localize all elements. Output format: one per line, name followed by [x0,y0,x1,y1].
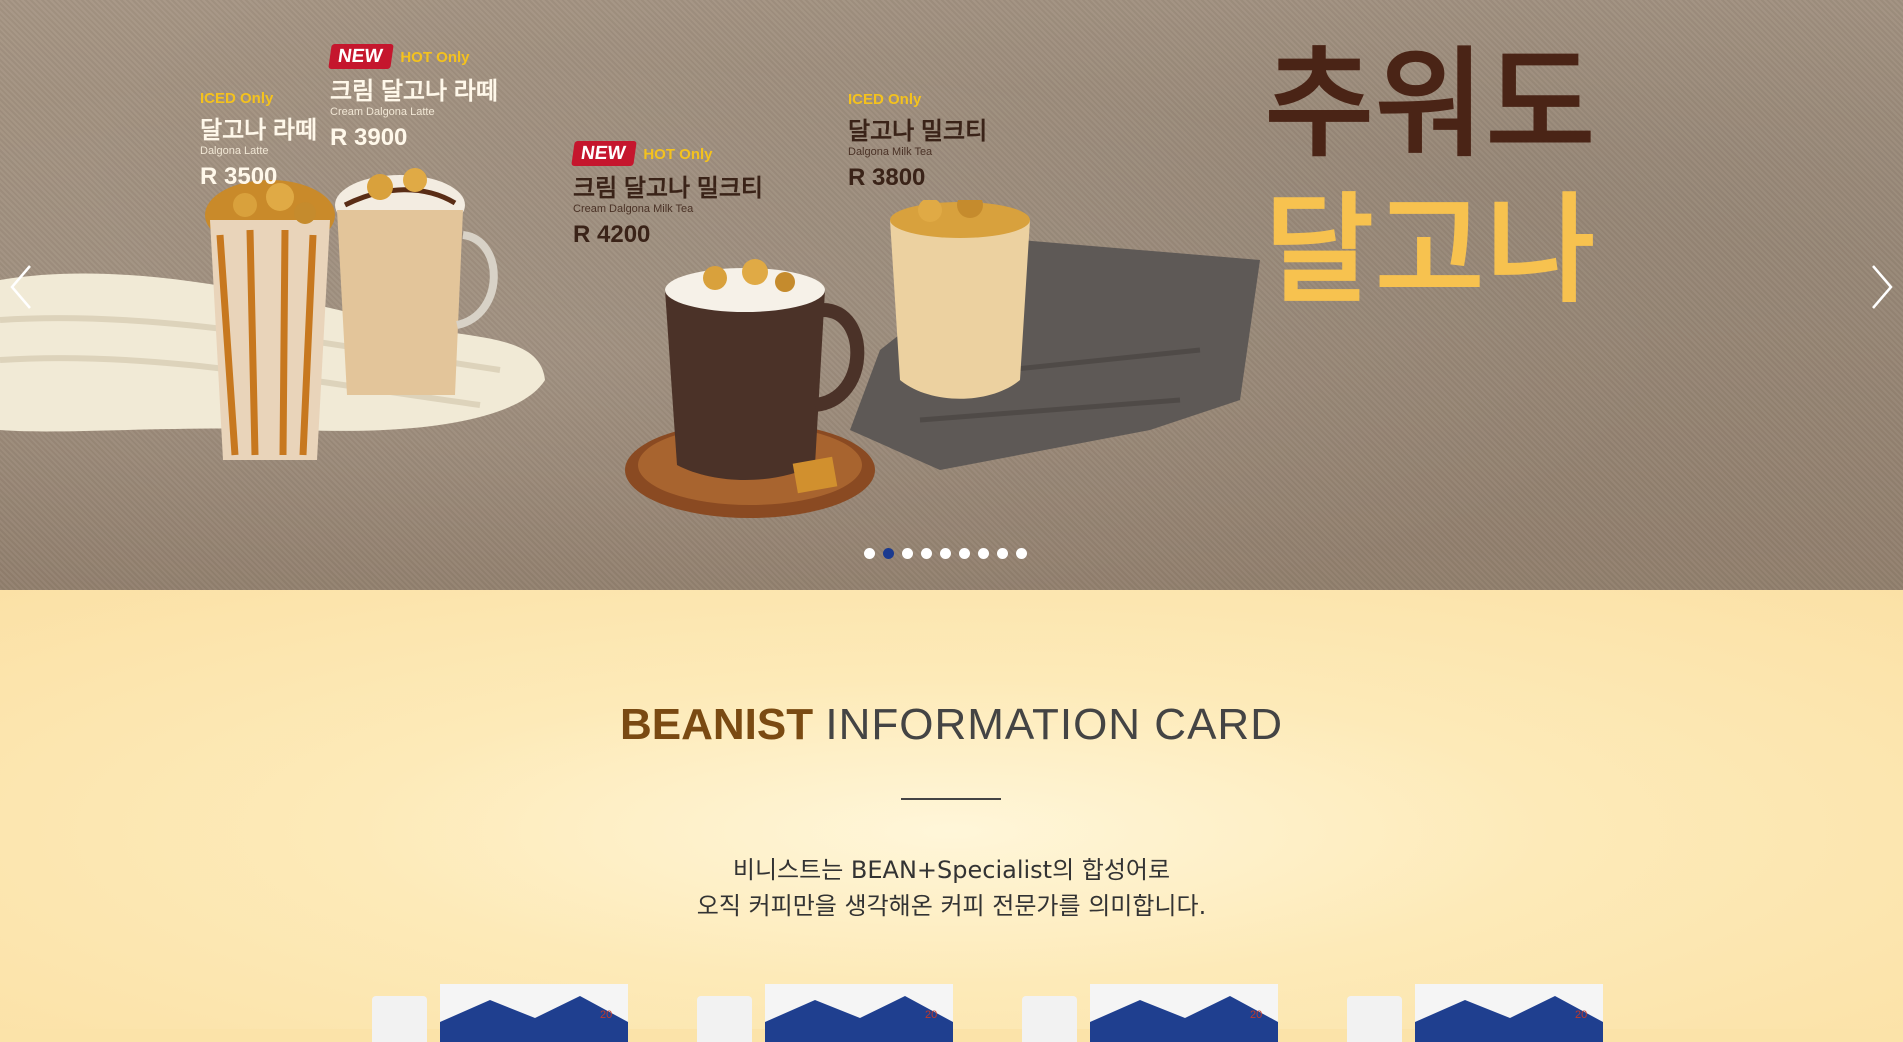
product-label-dalgona-milk-tea: ICED Only 달고나 밀크티 Dalgona Milk Tea R 380… [848,91,987,192]
card-count-text: 20 [925,1009,937,1021]
product-label-cream-dalgona-milk-tea: NEW HOT Only 크림 달고나 밀크티 Cream Dalgona Mil… [571,141,763,249]
product-tag: HOT Only [643,146,713,163]
product-name: 크림 달고나 라떼 [330,78,498,105]
coffee-box-card-1[interactable]: 20 [370,982,630,1042]
coffee-box-card-4[interactable]: 20 [1345,982,1605,1042]
coffee-box-card-3[interactable]: 20 [1020,982,1280,1042]
slider-next-button[interactable] [1861,262,1901,312]
product-english-name: Dalgona Latte [200,145,269,157]
section-title-light: INFORMATION CARD [825,700,1283,749]
slider-dot-8[interactable] [997,548,1008,559]
hero-banner: ICED Only 달고나 라떼 Dalgona Latte R 3500 NE… [0,0,1903,590]
product-tag: ICED Only [200,90,274,107]
product-english-name: Cream Dalgona Latte [330,106,435,118]
card-count-text: 20 [600,1009,612,1021]
product-name: 달고나 밀크티 [848,118,988,145]
chevron-left-icon [10,265,31,309]
product-tag: ICED Only [848,91,922,108]
information-card-section: BEANIST INFORMATION CARD 비니스트는 BEAN+Spec… [0,590,1903,1042]
product-card-row: 20 20 20 20 [370,982,1610,1042]
slider-dot-5[interactable] [940,548,951,559]
product-price: R 3800 [848,164,926,191]
slider-dot-7[interactable] [978,548,989,559]
new-badge: NEW [571,141,638,166]
slider-dot-4[interactable] [921,548,932,559]
slider-dot-2[interactable] [883,548,894,559]
description-line-2: 오직 커피만을 생각해온 커피 전문가를 의미합니다. [696,892,1207,920]
chevron-right-icon [1872,265,1893,309]
new-badge: NEW [328,44,395,69]
slider-dot-6[interactable] [959,548,970,559]
title-divider [901,798,1001,800]
description-line-1: 비니스트는 BEAN+Specialist의 합성어로 [732,856,1171,884]
promo-headline: 추워도 달고나 [1265,35,1685,319]
headline-line-1: 추워도 [1265,35,1597,173]
slider-dot-9[interactable] [1016,548,1027,559]
card-count-text: 20 [1575,1009,1587,1021]
slider-prev-button[interactable] [2,262,42,312]
product-price: R 4200 [573,221,651,248]
dalgona-milk-tea-image [850,200,1260,470]
product-english-name: Cream Dalgona Milk Tea [573,203,694,215]
product-tag: HOT Only [400,49,470,66]
coffee-box-card-2[interactable]: 20 [695,982,955,1042]
section-description: 비니스트는 BEAN+Specialist의 합성어로 오직 커피만을 생각해온… [0,852,1903,924]
dalgona-latte-image [205,180,335,460]
cream-dalgona-latte-image [335,168,498,395]
slider-dot-1[interactable] [864,548,875,559]
product-label-dalgona-latte: ICED Only 달고나 라떼 Dalgona Latte R 3500 [200,90,317,191]
product-price: R 3900 [330,124,408,151]
product-name: 달고나 라떼 [200,117,318,144]
product-label-cream-dalgona-latte: NEW HOT Only 크림 달고나 라떼 Cream Dalgona Latt… [328,44,498,152]
product-name: 크림 달고나 밀크티 [573,175,763,202]
slider-dot-3[interactable] [902,548,913,559]
slider-pagination [864,548,1027,559]
product-english-name: Dalgona Milk Tea [848,146,933,158]
section-title: BEANIST INFORMATION CARD [0,700,1903,750]
headline-line-2: 달고나 [1265,180,1597,319]
product-price: R 3500 [200,163,278,190]
section-title-strong: BEANIST [620,700,814,749]
card-count-text: 20 [1250,1009,1262,1021]
